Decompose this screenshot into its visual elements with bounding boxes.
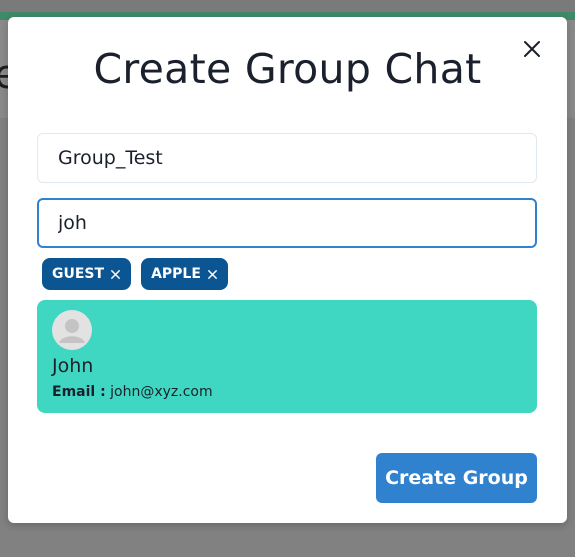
user-tag-guest[interactable]: GUEST bbox=[42, 258, 132, 290]
search-result-item[interactable]: John Email : john@xyz.com bbox=[37, 300, 537, 413]
user-email: john@xyz.com bbox=[110, 384, 213, 400]
close-button[interactable] bbox=[520, 37, 544, 61]
create-group-modal: Create Group Chat GUEST APPLE Joh bbox=[8, 17, 567, 523]
modal-title: Create Group Chat bbox=[93, 45, 482, 93]
user-tag-apple[interactable]: APPLE bbox=[141, 258, 228, 290]
create-group-button[interactable]: Create Group bbox=[376, 453, 537, 503]
selected-users-list: GUEST APPLE bbox=[42, 258, 228, 290]
user-avatar-icon bbox=[52, 310, 92, 350]
user-tag-label: GUEST bbox=[52, 266, 105, 282]
close-icon bbox=[524, 41, 540, 57]
group-name-input[interactable] bbox=[37, 133, 537, 183]
user-name: John bbox=[52, 355, 94, 377]
close-icon[interactable] bbox=[110, 269, 121, 280]
user-tag-label: APPLE bbox=[151, 266, 201, 282]
email-label: Email : bbox=[52, 384, 106, 400]
user-search-input[interactable] bbox=[37, 198, 537, 248]
user-email-line: Email : john@xyz.com bbox=[52, 384, 213, 400]
close-icon[interactable] bbox=[207, 269, 218, 280]
backdrop-header bbox=[0, 0, 575, 12]
